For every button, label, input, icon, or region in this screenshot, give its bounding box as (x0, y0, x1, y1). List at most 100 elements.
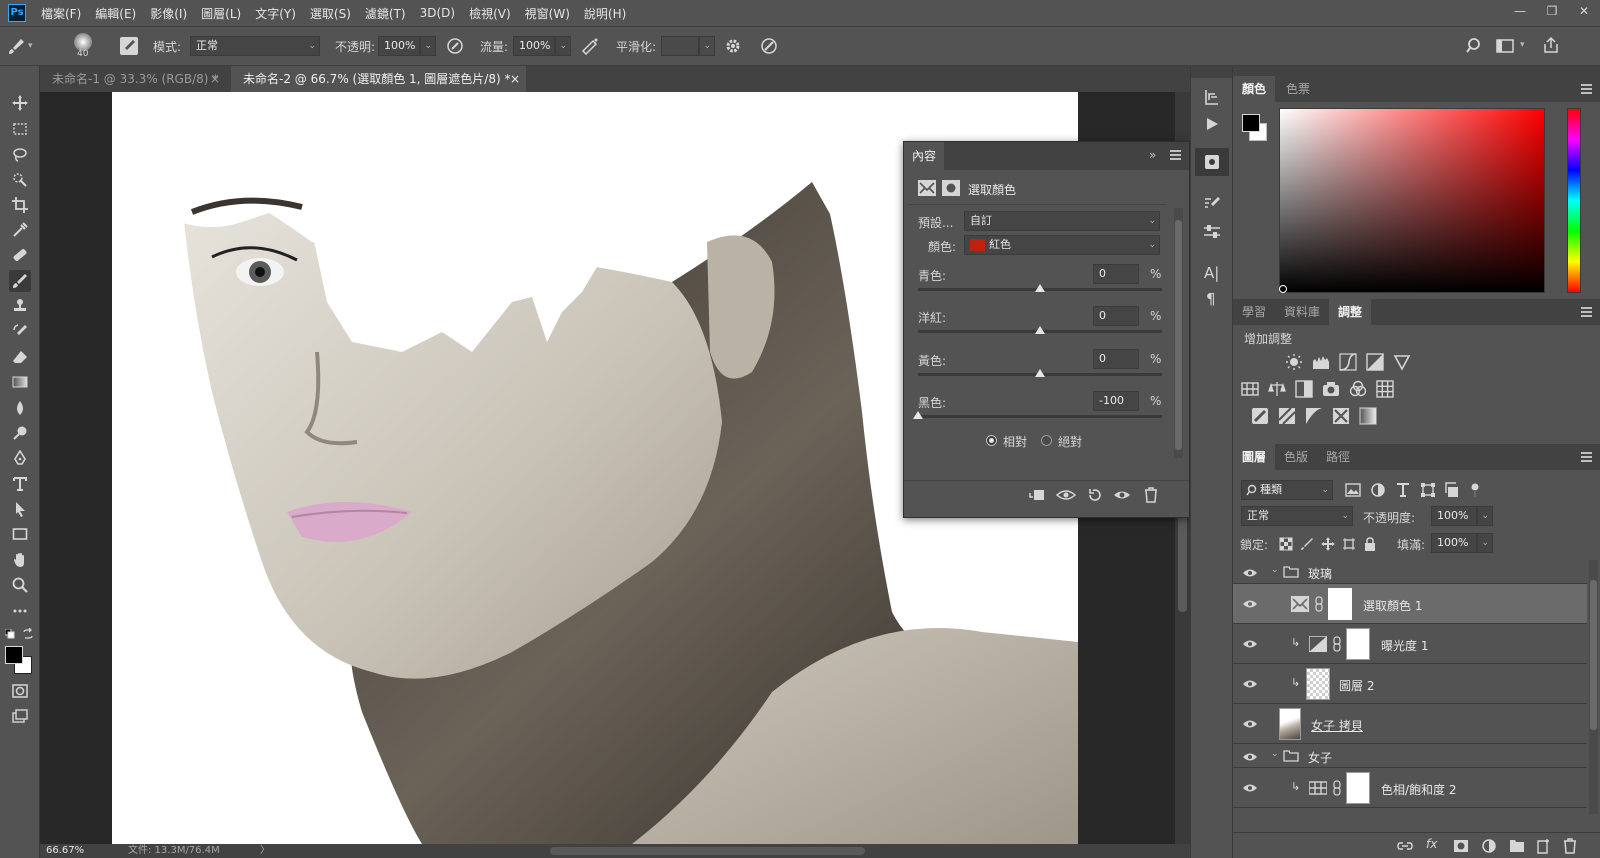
layer-name[interactable]: 女子 拷貝 (1311, 717, 1363, 734)
black-white-icon[interactable] (1295, 380, 1313, 398)
crop-tool-icon[interactable] (9, 194, 31, 216)
tab-channels[interactable]: 色版 (1275, 444, 1317, 470)
tab-learn[interactable]: 學習 (1233, 299, 1275, 325)
collapse-icon[interactable]: » (1149, 148, 1156, 162)
layer-layer-2[interactable]: ↳ 圖層 2 (1233, 664, 1587, 704)
search-icon[interactable] (1466, 37, 1484, 55)
link-icon[interactable] (1315, 596, 1323, 612)
color-fg-swatch[interactable] (1242, 114, 1260, 132)
layer-name[interactable]: 玻璃 (1308, 565, 1332, 582)
fx-icon[interactable]: fx (1426, 837, 1437, 851)
tab-document-2[interactable]: 未命名-2 @ 66.7% (選取顏色 1, 圖層遮色片/8) * × (231, 66, 526, 92)
slider-thumb[interactable] (1035, 284, 1045, 292)
reset-icon[interactable] (1087, 487, 1103, 503)
clip-to-layer-icon[interactable] (1028, 487, 1046, 503)
restore-button[interactable]: ❐ (1536, 0, 1568, 22)
brush-settings-strip-icon[interactable] (1203, 195, 1221, 213)
slider-thumb[interactable] (1035, 369, 1045, 377)
hue-saturation-icon[interactable] (1241, 380, 1259, 398)
close-window-button[interactable]: ✕ (1568, 0, 1600, 22)
relative-radio[interactable] (986, 435, 997, 446)
share-icon[interactable] (1542, 36, 1560, 54)
delete-layer-icon[interactable] (1563, 838, 1577, 854)
gear-icon[interactable] (724, 37, 742, 55)
screen-mode-icon[interactable] (9, 706, 31, 728)
color-lookup-icon[interactable] (1376, 380, 1394, 398)
blend-mode-select[interactable]: 正常 ⌄ (1241, 506, 1353, 526)
marquee-tool-icon[interactable] (9, 118, 31, 140)
view-previous-state-icon[interactable] (1056, 487, 1076, 503)
trash-icon[interactable] (1144, 487, 1158, 503)
visibility-eye-icon[interactable] (1113, 487, 1131, 503)
flow-input[interactable]: 100% (513, 36, 555, 56)
zoom-tool-icon[interactable] (9, 574, 31, 596)
fill-dropdown[interactable]: ⌄ (1477, 533, 1493, 553)
eye-icon[interactable] (1242, 639, 1258, 649)
lock-transparent-icon[interactable] (1279, 537, 1293, 551)
layer-woman-copy[interactable]: 女子 拷貝 (1233, 704, 1587, 744)
filter-toggle-icon[interactable] (1470, 482, 1480, 498)
levels-icon[interactable] (1312, 353, 1330, 371)
slider-value-input[interactable]: -100 (1093, 391, 1139, 411)
eye-icon[interactable] (1242, 679, 1258, 689)
workspace-icon[interactable] (1496, 38, 1514, 54)
layer-mask-icon[interactable] (942, 180, 960, 196)
chevron-down-icon[interactable]: ⌄ (1271, 749, 1279, 759)
brightness-icon[interactable] (1285, 353, 1303, 371)
filter-pixel-icon[interactable] (1345, 482, 1361, 498)
panel-menu-icon[interactable] (1581, 452, 1592, 462)
menu-help[interactable]: 說明(H) (577, 5, 633, 22)
foreground-color-swatch[interactable] (5, 646, 23, 664)
menu-type[interactable]: 文字(Y) (248, 5, 303, 22)
quick-select-tool-icon[interactable] (9, 169, 31, 191)
curves-icon[interactable] (1339, 353, 1357, 371)
path-select-tool-icon[interactable] (9, 498, 31, 520)
move-tool-icon[interactable] (9, 92, 31, 114)
menu-layer[interactable]: 圖層(L) (194, 5, 248, 22)
selective-color-adj-icon[interactable] (1332, 407, 1350, 425)
pressure-opacity-icon[interactable] (446, 37, 464, 55)
gradient-map-icon[interactable] (1359, 407, 1377, 425)
type-tool-icon[interactable] (9, 473, 31, 495)
tab-color[interactable]: 顏色 (1233, 76, 1275, 102)
layer-mask-thumbnail[interactable] (1328, 588, 1352, 620)
pressure-size-icon[interactable] (760, 37, 778, 55)
default-colors-icon[interactable] (5, 629, 15, 639)
slider-thumb[interactable] (913, 411, 923, 419)
new-group-icon[interactable] (1509, 839, 1525, 853)
clone-stamp-tool-icon[interactable] (9, 295, 31, 317)
menu-view[interactable]: 檢視(V) (462, 5, 518, 22)
layer-name[interactable]: 色相/飽和度 2 (1381, 781, 1457, 798)
slider-value-input[interactable]: 0 (1093, 349, 1139, 369)
eyedropper-tool-icon[interactable] (9, 219, 31, 241)
menu-window[interactable]: 視窗(W) (518, 5, 577, 22)
hand-tool-icon[interactable] (9, 549, 31, 571)
layer-thumbnail[interactable] (1306, 668, 1330, 700)
panel-menu-icon[interactable] (1581, 84, 1592, 94)
menu-file[interactable]: 檔案(F) (34, 5, 88, 22)
tab-layers[interactable]: 圖層 (1233, 444, 1275, 470)
flow-dropdown[interactable]: ⌄ (555, 36, 571, 56)
color-field[interactable] (1279, 108, 1545, 293)
chevron-down-icon[interactable]: ⌄ (1271, 565, 1279, 575)
add-mask-icon[interactable] (1453, 839, 1469, 853)
properties-strip-button[interactable] (1195, 148, 1229, 176)
opacity-dropdown[interactable]: ⌄ (420, 36, 436, 56)
layer-name[interactable]: 女子 (1308, 749, 1332, 766)
menu-select[interactable]: 選取(S) (303, 5, 358, 22)
fill-input[interactable]: 100% (1431, 533, 1477, 553)
slider-value-input[interactable]: 0 (1093, 264, 1139, 284)
filter-type-icon[interactable] (1395, 482, 1411, 498)
tab-paths[interactable]: 路徑 (1317, 444, 1359, 470)
menu-3d[interactable]: 3D(D) (413, 6, 462, 20)
eye-icon[interactable] (1242, 752, 1258, 762)
close-icon[interactable]: × (510, 66, 520, 92)
slider-thumb[interactable] (1035, 326, 1045, 334)
photo-filter-icon[interactable] (1322, 380, 1340, 398)
panel-menu-icon[interactable] (1170, 150, 1181, 160)
pen-tool-icon[interactable] (9, 447, 31, 469)
hue-slider[interactable] (1567, 108, 1581, 293)
invert-icon[interactable] (1251, 407, 1269, 425)
link-icon[interactable] (1333, 780, 1341, 796)
layer-name[interactable]: 圖層 2 (1339, 677, 1374, 694)
